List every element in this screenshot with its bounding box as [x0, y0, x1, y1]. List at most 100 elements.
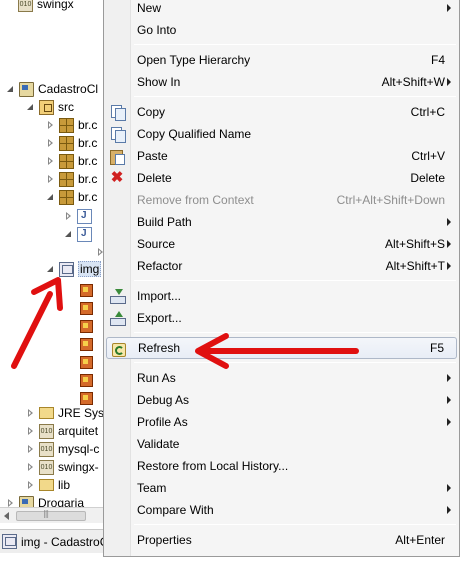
- tree-item-label: br.c: [78, 154, 98, 168]
- menu-item-label: Delete: [137, 171, 172, 185]
- tree-item-lib[interactable]: lib: [26, 476, 70, 494]
- tree-item-image-file[interactable]: [80, 335, 97, 353]
- scroll-left-icon[interactable]: [4, 512, 9, 520]
- menu-item-build-path[interactable]: Build Path: [106, 211, 457, 233]
- menu-item-label: Compare With: [137, 503, 214, 517]
- menu-item-label: Export...: [137, 311, 182, 325]
- expand-toggle-icon[interactable]: [26, 480, 35, 490]
- expand-toggle-icon[interactable]: [46, 265, 55, 274]
- menu-item-open-type-hierarchy[interactable]: Open Type Hierarchy F4: [106, 49, 457, 71]
- tree-item-project[interactable]: CadastroCl: [6, 80, 98, 98]
- menu-item-label: Copy: [137, 105, 166, 119]
- tree-item-image-file[interactable]: [80, 299, 97, 317]
- expand-toggle-icon[interactable]: [26, 408, 35, 418]
- menu-item-label: Import...: [137, 289, 182, 303]
- shortcut-text: Delete: [410, 171, 445, 185]
- tree-item-label: br.c: [78, 190, 98, 204]
- status-text: img - CadastroC: [21, 534, 109, 549]
- menu-separator: [134, 362, 456, 363]
- java-project-icon: [19, 81, 34, 97]
- tree-item-image-file[interactable]: [80, 317, 97, 335]
- tree-item-jar[interactable]: 010 arquitet: [26, 422, 98, 440]
- tree-item-jar[interactable]: 010 swingx-: [26, 458, 99, 476]
- menu-item-profile-as[interactable]: Profile As: [106, 411, 457, 433]
- menu-item-source[interactable]: Source Alt+Shift+S: [106, 233, 457, 255]
- menu-separator: [134, 524, 456, 525]
- tree-item-package[interactable]: br.c: [46, 152, 97, 170]
- tree-item-java-file[interactable]: [64, 225, 96, 243]
- paste-icon: [109, 148, 125, 165]
- menu-item-label: Copy Qualified Name: [137, 127, 252, 141]
- tree-item-package[interactable]: br.c: [46, 134, 97, 152]
- menu-item-refresh[interactable]: Refresh F5: [106, 337, 457, 359]
- image-file-icon: [80, 391, 93, 405]
- horizontal-scrollbar[interactable]: [0, 507, 104, 523]
- menu-item-label: Build Path: [137, 215, 192, 229]
- menu-item-export[interactable]: Export...: [106, 307, 457, 329]
- menu-item-import[interactable]: Import...: [106, 285, 457, 307]
- expand-toggle-icon[interactable]: [46, 120, 55, 130]
- expand-toggle-icon[interactable]: [6, 85, 15, 94]
- submenu-arrow-icon: [447, 78, 451, 86]
- shortcut-text: Ctrl+C: [410, 105, 445, 119]
- tree-item-image-file[interactable]: [80, 281, 97, 299]
- menu-item-copy[interactable]: Copy Ctrl+C: [106, 101, 457, 123]
- submenu-arrow-icon: [447, 396, 451, 404]
- tree-item-image-file[interactable]: [80, 371, 97, 389]
- menu-item-properties[interactable]: Properties Alt+Enter: [106, 529, 457, 551]
- tree-item-jar[interactable]: 010 mysql-c: [26, 440, 99, 458]
- submenu-arrow-icon: [447, 506, 451, 514]
- expand-toggle-icon[interactable]: [64, 230, 73, 239]
- tree-item-swingx[interactable]: 010 swingx: [18, 0, 74, 13]
- menu-item-paste[interactable]: Paste Ctrl+V: [106, 145, 457, 167]
- expand-toggle-icon[interactable]: [46, 156, 55, 166]
- menu-item-new[interactable]: New: [106, 0, 457, 19]
- expand-toggle-icon[interactable]: [64, 211, 73, 221]
- menu-item-run-as[interactable]: Run As: [106, 367, 457, 389]
- tree-item-label: JRE Syst: [58, 406, 104, 420]
- menu-item-label: New: [137, 1, 162, 15]
- submenu-arrow-icon: [447, 484, 451, 492]
- jar-icon: 010: [39, 459, 54, 475]
- expand-toggle-icon[interactable]: [26, 426, 35, 436]
- scrollbar-thumb[interactable]: [16, 509, 86, 521]
- menu-item-label: Open Type Hierarchy: [137, 53, 251, 67]
- tree-item-label: br.c: [78, 172, 98, 186]
- menu-item-delete[interactable]: ✖ Delete Delete: [106, 167, 457, 189]
- expand-toggle-icon[interactable]: [46, 193, 55, 202]
- menu-item-debug-as[interactable]: Debug As: [106, 389, 457, 411]
- menu-item-copy-qualified-name[interactable]: Copy Qualified Name: [106, 123, 457, 145]
- tree-item-src[interactable]: src: [26, 98, 74, 116]
- tree-item-java-file[interactable]: [64, 207, 96, 225]
- tree-item-img-package[interactable]: img: [46, 260, 102, 278]
- expand-toggle-icon[interactable]: [46, 174, 55, 184]
- menu-item-team[interactable]: Team: [106, 477, 457, 499]
- tree-item-package[interactable]: br.c: [46, 116, 97, 134]
- tree-item-jre[interactable]: JRE Syst: [26, 404, 104, 422]
- menu-item-restore-local-history[interactable]: Restore from Local History...: [106, 455, 457, 477]
- tree-item-label: CadastroCl: [38, 82, 99, 96]
- package-icon: [59, 261, 74, 277]
- menu-item-label: Go Into: [137, 23, 177, 37]
- package-icon: [59, 189, 74, 205]
- shortcut-text: Ctrl+Alt+Shift+Down: [336, 193, 445, 207]
- tree-item-label: lib: [58, 478, 71, 492]
- menu-item-validate[interactable]: Validate: [106, 433, 457, 455]
- menu-separator: [134, 280, 456, 281]
- import-icon: [109, 288, 126, 304]
- tree-item-image-file[interactable]: [80, 353, 97, 371]
- menu-item-label: Show In: [137, 75, 181, 89]
- tree-item-label: mysql-c: [58, 442, 100, 456]
- menu-item-compare-with[interactable]: Compare With: [106, 499, 457, 521]
- tree-item-label: src: [58, 100, 74, 114]
- jar-icon: 010: [39, 441, 54, 457]
- menu-item-go-into[interactable]: Go Into: [106, 19, 457, 41]
- tree-item-package[interactable]: br.c: [46, 170, 97, 188]
- expand-toggle-icon[interactable]: [26, 462, 35, 472]
- expand-toggle-icon[interactable]: [26, 103, 35, 112]
- menu-item-refactor[interactable]: Refactor Alt+Shift+T: [106, 255, 457, 277]
- tree-item-package[interactable]: br.c: [46, 188, 97, 206]
- menu-item-show-in[interactable]: Show In Alt+Shift+W: [106, 71, 457, 93]
- expand-toggle-icon[interactable]: [26, 444, 35, 454]
- expand-toggle-icon[interactable]: [46, 138, 55, 148]
